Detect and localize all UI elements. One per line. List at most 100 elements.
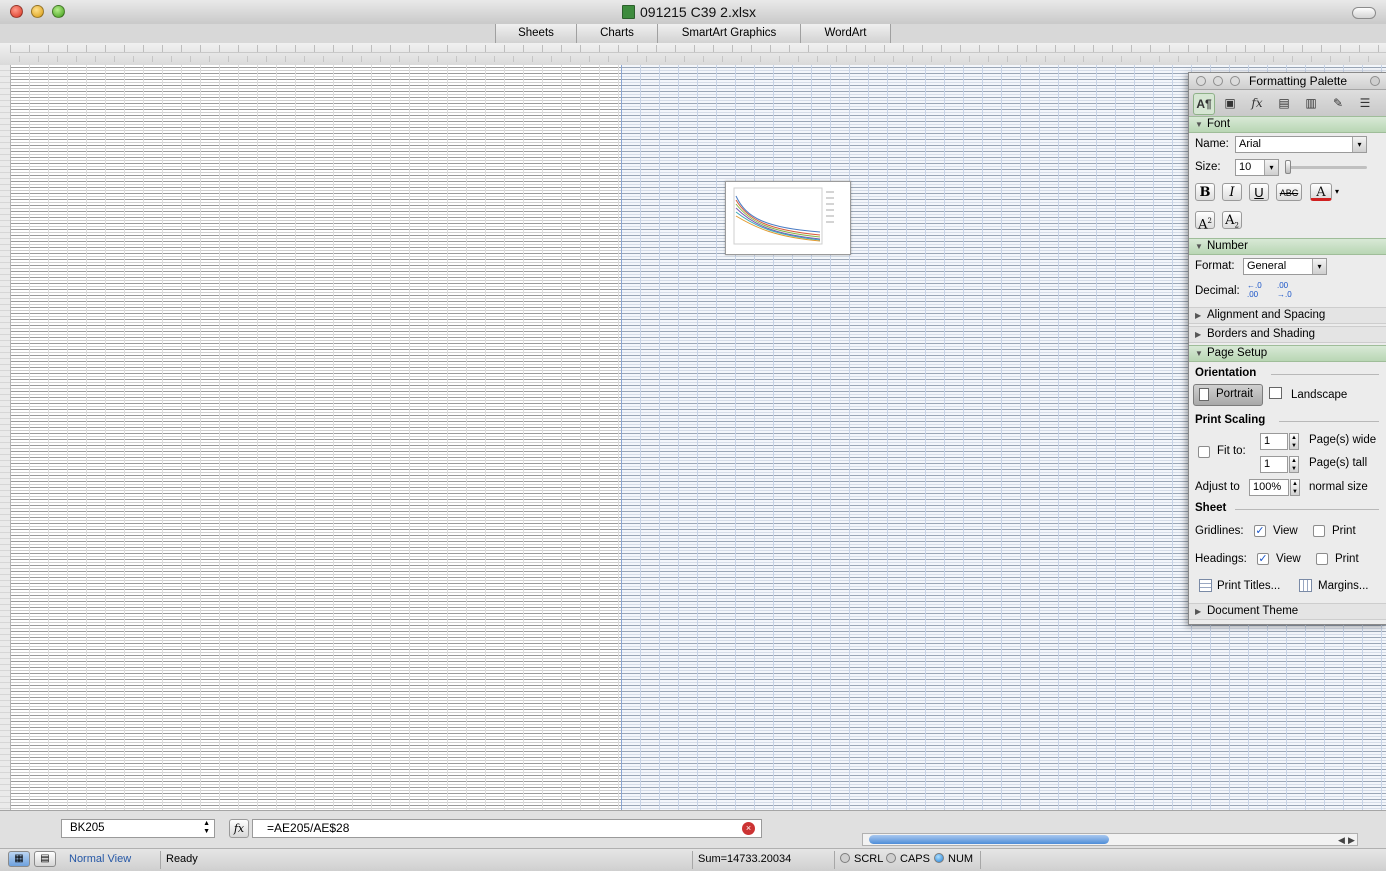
data-cells-left[interactable] (11, 65, 622, 810)
tab-sheets[interactable]: Sheets (495, 24, 576, 43)
pages-wide-stepper[interactable]: ▲ ▼ (1289, 433, 1299, 450)
font-name-value: Arial (1239, 138, 1262, 150)
close-window-button[interactable] (10, 5, 23, 18)
tab-charts[interactable]: Charts (576, 24, 657, 43)
sum-readout: Sum=14733.20034 (698, 853, 792, 865)
disclosure-closed-icon: ▶ (1195, 311, 1202, 320)
pages-tall-input[interactable]: 1 (1260, 456, 1288, 473)
ready-status: Ready (166, 853, 198, 865)
landscape-button[interactable]: Landscape (1291, 389, 1347, 401)
section-number-title: Number (1207, 240, 1248, 252)
palette-close-button[interactable] (1196, 76, 1206, 86)
divider (692, 851, 693, 869)
palette-title: Formatting Palette (1249, 74, 1348, 88)
horizontal-scrollbar[interactable] (862, 833, 1358, 846)
underline-button[interactable]: U (1249, 183, 1269, 201)
tab-smartart-graphics[interactable]: SmartArt Graphics (657, 24, 800, 43)
pages-wide-input[interactable]: 1 (1260, 433, 1288, 450)
landscape-page-icon[interactable] (1269, 387, 1282, 399)
column-headers[interactable] (0, 43, 1386, 66)
normal-view-button[interactable]: ▦ (8, 851, 30, 867)
section-font-header[interactable]: ▼ Font (1189, 116, 1386, 133)
insert-function-button[interactable]: fx (229, 819, 249, 838)
scroll-right-icon[interactable]: ▶ (1348, 835, 1355, 846)
gridlines-view-checkbox[interactable]: ✓ (1254, 525, 1266, 537)
disclosure-open-icon: ▼ (1195, 349, 1203, 358)
divider (980, 851, 981, 869)
pages-tall-stepper[interactable]: ▲ ▼ (1289, 456, 1299, 473)
minimize-window-button[interactable] (31, 5, 44, 18)
disclosure-open-icon: ▼ (1195, 120, 1203, 129)
image-add-icon[interactable]: ▣ (1220, 93, 1240, 113)
row-headers[interactable] (0, 65, 11, 810)
window-titlebar: 091215 C39 2.xlsx (0, 0, 1386, 25)
section-page-setup-header[interactable]: ▼ Page Setup (1189, 345, 1386, 362)
portrait-button[interactable]: Portrait (1193, 384, 1263, 406)
wrench-icon[interactable]: ✎ (1328, 93, 1348, 113)
section-borders-title: Borders and Shading (1207, 328, 1316, 340)
subscript-button[interactable]: A2 (1222, 211, 1242, 230)
formula-input[interactable]: =AE205/AE$28 × (252, 819, 762, 838)
strikethrough-button[interactable]: ABC (1276, 183, 1302, 201)
palette-titlebar: Formatting Palette (1189, 73, 1386, 90)
paragraph-icon[interactable]: A¶ (1193, 93, 1215, 115)
fit-to-label: Fit to: (1217, 445, 1246, 457)
caps-label: CAPS (900, 853, 930, 865)
function-icon[interactable]: fx (1247, 93, 1267, 113)
font-size-slider-track[interactable] (1285, 166, 1367, 169)
name-box[interactable]: BK205 ▲ ▼ (61, 819, 215, 838)
sheet-header-row (10, 56, 1386, 62)
adjust-to-stepper[interactable]: ▲ ▼ (1290, 479, 1300, 496)
print-titles-button[interactable]: Print Titles... (1217, 580, 1280, 592)
portrait-label: Portrait (1216, 388, 1254, 400)
margins-button[interactable]: Margins... (1318, 580, 1369, 592)
print-titles-icon[interactable] (1199, 579, 1212, 592)
section-document-theme-header[interactable]: ▶ Document Theme (1189, 603, 1386, 620)
section-alignment-title: Alignment and Spacing (1207, 309, 1326, 321)
section-borders-header[interactable]: ▶ Borders and Shading (1189, 326, 1386, 343)
portrait-page-icon (1199, 388, 1209, 401)
font-size-select[interactable]: 10 ▾ (1235, 159, 1279, 176)
worksheet-grid[interactable] (0, 65, 1386, 810)
increase-decimal-icon[interactable]: ←.0.00 (1247, 281, 1269, 301)
font-color-button[interactable]: A (1310, 183, 1332, 201)
library-icon[interactable]: ▥ (1301, 93, 1321, 113)
embedded-line-chart[interactable] (725, 181, 851, 255)
italic-button[interactable]: I (1222, 183, 1242, 201)
section-alignment-header[interactable]: ▶ Alignment and Spacing (1189, 307, 1386, 324)
palette-collapse-button[interactable] (1370, 76, 1380, 86)
section-number-header[interactable]: ▼ Number (1189, 238, 1386, 255)
divider (834, 851, 835, 869)
fit-to-checkbox[interactable] (1198, 446, 1210, 458)
clear-formula-icon[interactable]: × (742, 822, 755, 835)
font-size-slider-thumb[interactable] (1285, 160, 1291, 174)
number-format-select[interactable]: General ▾ (1243, 258, 1327, 275)
name-box-value: BK205 (70, 822, 105, 834)
decrease-decimal-icon[interactable]: .00 →.0 (1277, 281, 1299, 301)
horizontal-scroll-thumb[interactable] (869, 835, 1109, 844)
superscript-button[interactable]: A2 (1195, 211, 1215, 232)
indicator-light-icon (934, 853, 944, 863)
toolbar-toggle-button[interactable] (1352, 7, 1376, 19)
scroll-left-icon[interactable]: ◀ (1338, 835, 1345, 846)
font-name-select[interactable]: Arial ▾ (1235, 136, 1367, 153)
status-bar: ▦ ▤ Normal View Ready Sum=14733.20034 SC… (0, 848, 1386, 871)
margins-icon[interactable] (1299, 579, 1312, 592)
zoom-window-button[interactable] (52, 5, 65, 18)
bold-button[interactable]: B (1195, 183, 1215, 201)
bottom-bar: BK205 ▲ ▼ fx =AE205/AE$28 × ◀ ▶ ▦ ▤ Norma… (0, 810, 1386, 871)
gridlines-print-checkbox[interactable] (1313, 525, 1325, 537)
headings-print-checkbox[interactable] (1316, 553, 1328, 565)
section-font-title: Font (1207, 118, 1231, 130)
font-color-dropdown-icon[interactable]: ▾ (1335, 187, 1339, 196)
tab-wordart[interactable]: WordArt (800, 24, 891, 43)
palette-zoom-button[interactable] (1230, 76, 1240, 86)
toolbox-icon[interactable]: ▤ (1274, 93, 1294, 113)
adjust-to-input[interactable]: 100% (1249, 479, 1289, 496)
tray-icon[interactable]: ☰ (1355, 93, 1375, 113)
name-box-stepper-icon[interactable]: ▲ ▼ (203, 820, 210, 836)
page-layout-view-button[interactable]: ▤ (34, 851, 56, 867)
headings-view-checkbox[interactable]: ✓ (1257, 553, 1269, 565)
palette-minimize-button[interactable] (1213, 76, 1223, 86)
chevron-down-icon: ▾ (1352, 137, 1366, 152)
